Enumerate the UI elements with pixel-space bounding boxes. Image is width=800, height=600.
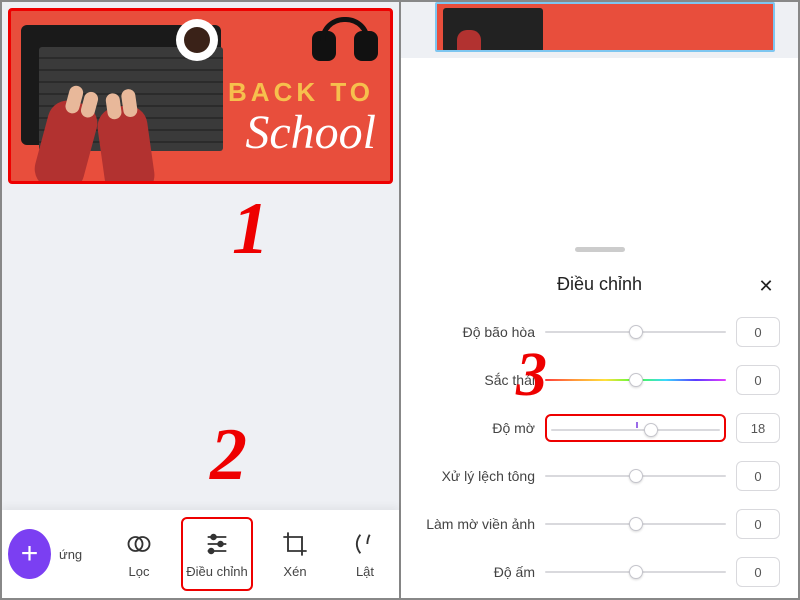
add-button[interactable]: + — [8, 529, 51, 579]
app-screenshot: BACK TO School 1 2 + ứng Lọc Điều chỉnh … — [0, 0, 800, 600]
image-text-line1: BACK TO — [228, 77, 374, 108]
tool-label: Lật — [356, 564, 374, 579]
plus-icon: + — [21, 537, 39, 571]
preview-image[interactable] — [435, 2, 775, 52]
xprocess-slider[interactable] — [545, 467, 726, 485]
slider-label: Làm mờ viền ảnh — [419, 516, 535, 532]
overlap-icon — [125, 530, 153, 558]
close-icon: ✕ — [758, 276, 773, 297]
slider-label: Độ bão hòa — [419, 324, 535, 340]
sliders-icon — [203, 530, 231, 558]
tool-filter[interactable]: Lọc — [103, 517, 175, 591]
annotation-1: 1 — [232, 192, 269, 266]
flip-icon — [351, 530, 379, 558]
tint-value[interactable]: 0 — [736, 365, 780, 395]
warmth-value[interactable]: 0 — [736, 557, 780, 587]
xprocess-value[interactable]: 0 — [736, 461, 780, 491]
saturation-value[interactable]: 0 — [736, 317, 780, 347]
annotation-3: 3 — [516, 344, 547, 406]
right-panel: Điều chỉnh ✕ 3 Độ bão hòa 0 Sắc thái 0 Đ… — [401, 2, 798, 598]
warmth-slider[interactable] — [545, 563, 726, 581]
coffee-cup-graphic — [176, 19, 218, 61]
tool-flip[interactable]: Lật — [337, 517, 393, 591]
row-tint: Sắc thái 0 — [419, 365, 780, 395]
tool-adjust[interactable]: Điều chỉnh — [181, 517, 253, 591]
slider-label: Độ ấm — [419, 564, 535, 580]
tool-crop[interactable]: Xén — [259, 517, 331, 591]
row-blur: Độ mờ 18 — [419, 413, 780, 443]
crop-icon — [281, 530, 309, 558]
row-saturation: Độ bão hòa 0 — [419, 317, 780, 347]
sheet-title: Điều chỉnh — [557, 274, 642, 294]
tint-slider[interactable] — [545, 371, 726, 389]
blur-slider[interactable] — [545, 414, 726, 442]
saturation-slider[interactable] — [545, 323, 726, 341]
annotation-2: 2 — [210, 418, 247, 492]
slider-label: Độ mờ — [419, 420, 535, 436]
vignette-slider[interactable] — [545, 515, 726, 533]
adjust-sheet: Điều chỉnh ✕ 3 Độ bão hòa 0 Sắc thái 0 Đ… — [401, 260, 798, 598]
blur-value[interactable]: 18 — [736, 413, 780, 443]
headphones-graphic — [310, 13, 380, 61]
sheet-header: Điều chỉnh ✕ — [419, 274, 780, 295]
tool-label: Xén — [283, 564, 306, 579]
sheet-handle[interactable] — [575, 247, 625, 252]
row-warmth: Độ ấm 0 — [419, 557, 780, 587]
tool-label: ứng — [59, 547, 82, 562]
close-button[interactable]: ✕ — [754, 274, 778, 298]
tool-label: Lọc — [129, 564, 150, 579]
row-vignette: Làm mờ viền ảnh 0 — [419, 509, 780, 539]
vignette-value[interactable]: 0 — [736, 509, 780, 539]
canvas-image[interactable]: BACK TO School — [8, 8, 393, 184]
row-xprocess: Xử lý lệch tông 0 — [419, 461, 780, 491]
tool-effects[interactable]: ứng — [57, 517, 97, 591]
tool-label: Điều chỉnh — [186, 564, 247, 579]
bottom-toolbar: + ứng Lọc Điều chỉnh Xén Lật — [2, 510, 399, 598]
left-panel: BACK TO School 1 2 + ứng Lọc Điều chỉnh … — [2, 2, 401, 598]
preview-strip — [401, 2, 798, 58]
image-text-line2: School — [245, 105, 376, 160]
slider-label: Xử lý lệch tông — [419, 468, 535, 484]
